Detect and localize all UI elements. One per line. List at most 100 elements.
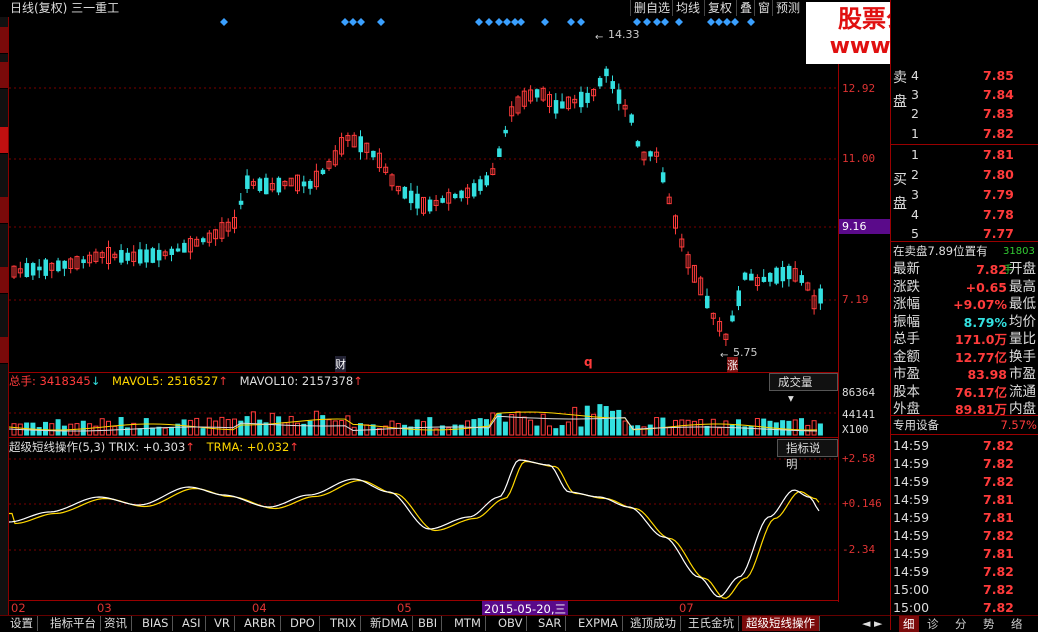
volume-bar [685, 419, 691, 436]
volume-bar [143, 418, 149, 436]
indicator-dropdown[interactable]: 成交量 ▾ [769, 373, 838, 405]
volume-bar [320, 415, 326, 436]
price-axis [838, 17, 891, 602]
tab-15[interactable]: 逃顶成功 [626, 616, 681, 631]
signal-diamond-icon [747, 18, 755, 26]
candle-body [238, 200, 244, 205]
limit-up-marker[interactable]: 涨 [727, 357, 738, 373]
price-label-1292: 12.92 [842, 82, 876, 95]
tab-17[interactable]: 超级短线操作 [742, 616, 820, 631]
signal-diamond-icon [541, 18, 549, 26]
tab-11[interactable]: MTM [450, 616, 486, 631]
tab-scroll-arrows-icon[interactable]: ◄ ► [862, 616, 882, 631]
volume-bar [515, 411, 521, 436]
volume-bar [528, 419, 534, 436]
sell-level-row: 1 7.82 [911, 126, 1014, 141]
volume-bar [213, 420, 219, 436]
indicator-explain-button[interactable]: 指标说明 [777, 439, 838, 471]
candle-body [169, 248, 174, 255]
tab-13[interactable]: SAR [534, 616, 567, 631]
q-marker[interactable]: q [584, 355, 593, 369]
tab-6[interactable]: ARBR [240, 616, 281, 631]
sell-level-row: 3 7.84 [911, 87, 1014, 102]
candle-body [459, 190, 464, 199]
total-volume-label: 总手: 3418345 [9, 374, 91, 388]
trix-line [9, 459, 820, 598]
volume-bar [200, 428, 206, 436]
volume-bar [786, 420, 792, 436]
tab-7[interactable]: DPO [286, 616, 320, 631]
stat-row: 市盈 83.98 市盈 [893, 366, 1036, 382]
tick-row: 14:59 7.82 [893, 564, 1014, 579]
side-tab-1[interactable] [0, 27, 8, 54]
window-button[interactable]: 窗 [754, 0, 773, 16]
volume-bar [597, 404, 603, 436]
volume-bar [43, 421, 48, 436]
tab-12[interactable]: OBV [494, 616, 528, 631]
tab-2[interactable]: 资讯 [100, 616, 132, 631]
tab-10[interactable]: BBI [414, 616, 443, 631]
ma-button[interactable]: 均线 [672, 0, 703, 16]
signal-diamond-icon [675, 18, 683, 26]
candle-body [503, 129, 508, 134]
volume-bar [647, 424, 653, 436]
candle-body [742, 272, 748, 280]
candle-body [125, 252, 130, 261]
candle-body [635, 141, 641, 147]
candle-body [648, 151, 653, 157]
candle-body [415, 193, 420, 209]
side-tab-4[interactable] [0, 267, 8, 294]
kline-chart[interactable] [9, 17, 838, 600]
up-arrow-icon: ↑ [353, 374, 363, 388]
volume-bar [799, 418, 804, 436]
tab-0[interactable]: 设置 [6, 616, 38, 631]
volume-bar [540, 413, 546, 436]
volume-bar [641, 426, 647, 436]
tab-4[interactable]: ASI [178, 616, 206, 631]
tab-1[interactable]: 指标平台 [46, 616, 101, 631]
candle-body [818, 288, 823, 304]
buy-level-row: 3 7.79 [911, 187, 1014, 202]
tab-3[interactable]: BIAS [138, 616, 174, 631]
signal-diamond-icon [495, 18, 503, 26]
buy-level-row: 2 7.80 [911, 167, 1014, 182]
volume-bar [345, 415, 351, 436]
side-tab-active[interactable] [0, 127, 8, 154]
overlay-button[interactable]: 叠 [736, 0, 755, 16]
candle-body [358, 136, 363, 153]
tab-9[interactable]: 新DMA [366, 616, 414, 631]
down-arrow-icon: ↓ [90, 374, 101, 388]
tab-5[interactable]: VR [210, 616, 235, 631]
restore-rights-button[interactable]: 复权 [704, 0, 735, 16]
candle-body [276, 177, 282, 193]
candle-body [730, 315, 735, 322]
candle-body [604, 68, 609, 77]
buy-level-row: 4 7.78 [911, 207, 1014, 222]
candle-body [768, 272, 773, 282]
del-watchlist-button[interactable]: 删自选 [630, 0, 673, 16]
side-tab-2[interactable] [0, 62, 8, 89]
candle-body [761, 276, 767, 282]
side-tab-5[interactable] [0, 337, 8, 364]
ind-label-top: +2.58 [842, 452, 876, 465]
left-side-strip [0, 17, 9, 617]
signal-diamond-icon [475, 18, 483, 26]
indicator-header: 超级短线操作(5,3) TRIX: +0.303↑ TRMA: +0.032↑ … [9, 437, 838, 471]
tick-row: 14:59 7.82 [893, 474, 1014, 489]
ind-label-low: -2.34 [842, 543, 876, 556]
volume-bar [206, 417, 212, 436]
volume-bar [112, 425, 118, 436]
candle-body [660, 172, 666, 183]
finance-marker[interactable]: 财 [335, 356, 346, 372]
forecast-button[interactable]: 预测 [772, 0, 803, 16]
side-tab-3[interactable] [0, 197, 8, 224]
tab-16[interactable]: 王氏金坑 [684, 616, 739, 631]
tab-14[interactable]: EXPMA [574, 616, 623, 631]
candle-body [799, 275, 804, 283]
ind-label-mid: +0.146 [842, 497, 882, 510]
stat-row: 总手 171.0万 量比 [893, 331, 1036, 347]
tab-8[interactable]: TRIX [326, 616, 362, 631]
volume-bar [326, 419, 332, 436]
signal-diamond-icon [723, 18, 731, 26]
sell-side-label: 卖盘 [893, 70, 907, 110]
